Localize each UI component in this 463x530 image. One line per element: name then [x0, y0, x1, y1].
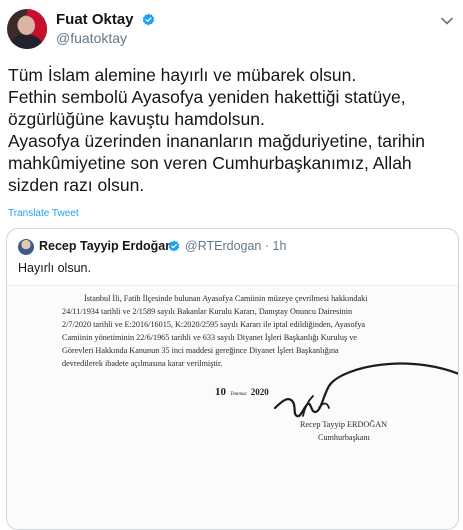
document-line: İstanbul İli, Fatih İlçesinde bulunan Ay… — [84, 294, 368, 303]
document-line: Camiinin yönetiminin 22/6/1965 tarihli v… — [62, 333, 357, 342]
verified-badge-icon — [168, 240, 180, 252]
document-line: 2/7/2020 tarihli ve E:2016/16015, K:2020… — [62, 320, 366, 329]
author-avatar[interactable] — [7, 9, 47, 49]
quoted-tweet-time[interactable]: · 1h — [265, 239, 287, 253]
author-name[interactable]: Fuat Oktay — [56, 11, 134, 28]
tweet-line: Tüm İslam alemine hayırlı ve mübarek ols… — [8, 65, 357, 85]
author-handle[interactable]: @fuatoktay — [56, 30, 127, 46]
verified-badge-icon — [142, 13, 155, 26]
quoted-tweet-text: Hayırlı olsun. — [18, 261, 91, 275]
tweet-line: Fethin sembolü Ayasofya yeniden hakettiğ… — [8, 87, 406, 107]
tweet-line: sizden razı olsun. — [8, 175, 145, 195]
quoted-author-avatar[interactable] — [18, 239, 34, 255]
quoted-author-name[interactable]: Recep Tayyip Erdoğan — [39, 239, 173, 253]
document-date-day: 10 — [215, 386, 226, 398]
quoted-author-meta: @RTErdogan · 1h — [185, 239, 286, 253]
quoted-tweet[interactable]: Recep Tayyip Erdoğan @RTErdogan · 1h Hay… — [6, 228, 459, 530]
chevron-down-icon[interactable] — [441, 17, 453, 25]
document-date-month: Temmuz — [230, 392, 247, 397]
tweet-line: Ayasofya üzerinden inananların mağduriye… — [8, 131, 426, 151]
quoted-author-handle[interactable]: @RTErdogan — [185, 239, 261, 253]
signer-title: Cumhurbaşkanı — [318, 433, 370, 442]
avatar-face — [18, 16, 35, 35]
translate-tweet-link[interactable]: Translate Tweet — [8, 208, 79, 219]
signer-name: Recep Tayyip ERDOĞAN — [300, 420, 388, 429]
tweet: Fuat Oktay @fuatoktay Tüm İslam alemine … — [0, 0, 463, 530]
document-image[interactable]: İstanbul İli, Fatih İlçesinde bulunan Ay… — [7, 285, 458, 529]
tweet-text: Tüm İslam alemine hayırlı ve mübarek ols… — [8, 64, 458, 196]
document-line: 24/11/1934 tarihli ve 2/1589 sayılı Baka… — [62, 307, 353, 316]
avatar-suit — [10, 34, 42, 49]
tweet-line: özgürlüğüne kavuştu hamdolsun. — [8, 109, 265, 129]
tweet-line: mahkûmiyetine son veren Cumhurbaşkanımız… — [8, 153, 412, 173]
document-date: 10 Temmuz 2020 — [215, 386, 269, 398]
signature-graphic — [273, 362, 458, 418]
